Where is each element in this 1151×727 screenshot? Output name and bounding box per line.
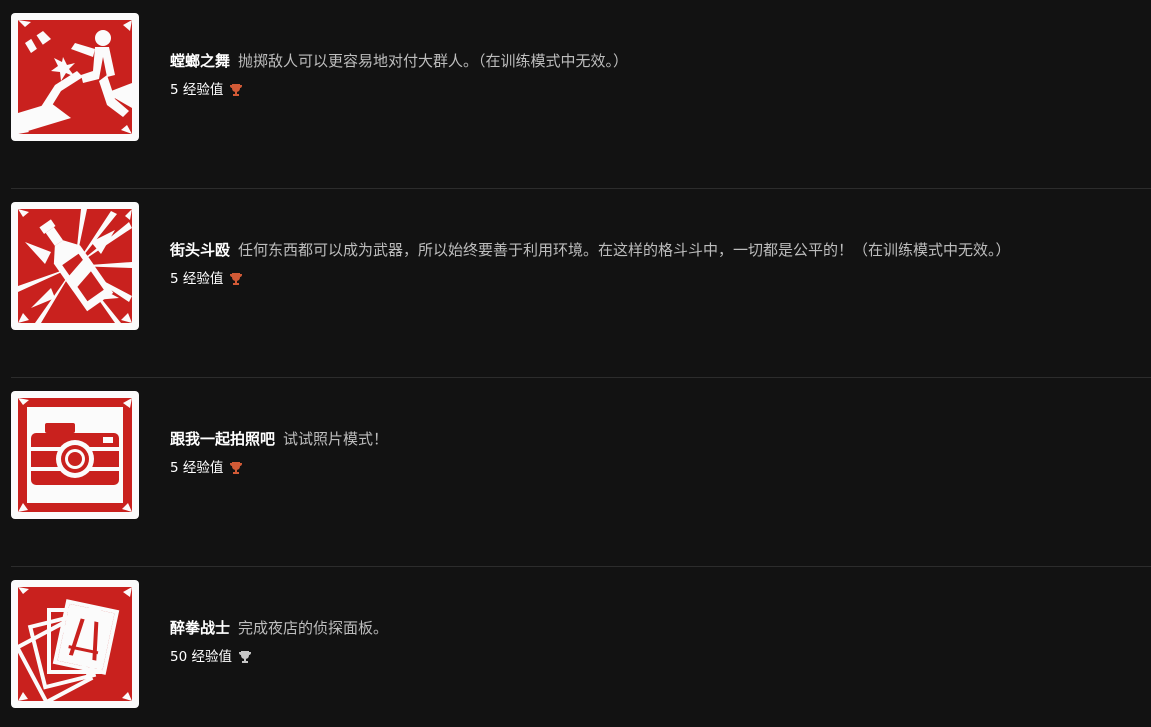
bronze-trophy-icon: [229, 83, 243, 97]
achievement-title: 跟我一起拍照吧: [170, 430, 276, 448]
achievement-description: 完成夜店的侦探面板。: [238, 619, 389, 637]
silver-trophy-icon: [238, 650, 252, 664]
achievement-title: 螳螂之舞: [170, 52, 231, 70]
achievement-description: 试试照片模式！: [283, 430, 389, 448]
achievement-xp: 50 经验值: [170, 649, 232, 665]
achievement-row[interactable]: 跟我一起拍照吧 试试照片模式！ 5 经验值: [0, 378, 1151, 567]
bronze-trophy-icon: [229, 272, 243, 286]
achievement-title: 醉拳战士: [170, 619, 231, 637]
achievement-xp: 5 经验值: [170, 460, 224, 476]
broken-bottle-icon: [11, 202, 139, 330]
achievement-description: 抛掷敌人可以更容易地对付大群人。（在训练模式中无效。）: [238, 52, 629, 70]
achievement-xp: 5 经验值: [170, 82, 224, 98]
achievement-list: 螳螂之舞 抛掷敌人可以更容易地对付大群人。（在训练模式中无效。） 5 经验值 街…: [0, 0, 1151, 727]
camera-icon: [11, 391, 139, 519]
kicking-fighter-icon: [11, 13, 139, 141]
cards-icon: [11, 580, 139, 708]
achievement-title: 街头斗殴: [170, 241, 231, 259]
achievement-row[interactable]: 街头斗殴 任何东西都可以成为武器，所以始终要善于利用环境。在这样的格斗斗中，一切都…: [0, 189, 1151, 378]
achievement-description: 任何东西都可以成为武器，所以始终要善于利用环境。在这样的格斗斗中，一切都是公平的…: [238, 241, 1011, 259]
achievement-row[interactable]: 螳螂之舞 抛掷敌人可以更容易地对付大群人。（在训练模式中无效。） 5 经验值: [0, 0, 1151, 189]
achievement-row[interactable]: 醉拳战士 完成夜店的侦探面板。 50 经验值: [0, 567, 1151, 727]
bronze-trophy-icon: [229, 461, 243, 475]
achievement-xp: 5 经验值: [170, 271, 224, 287]
